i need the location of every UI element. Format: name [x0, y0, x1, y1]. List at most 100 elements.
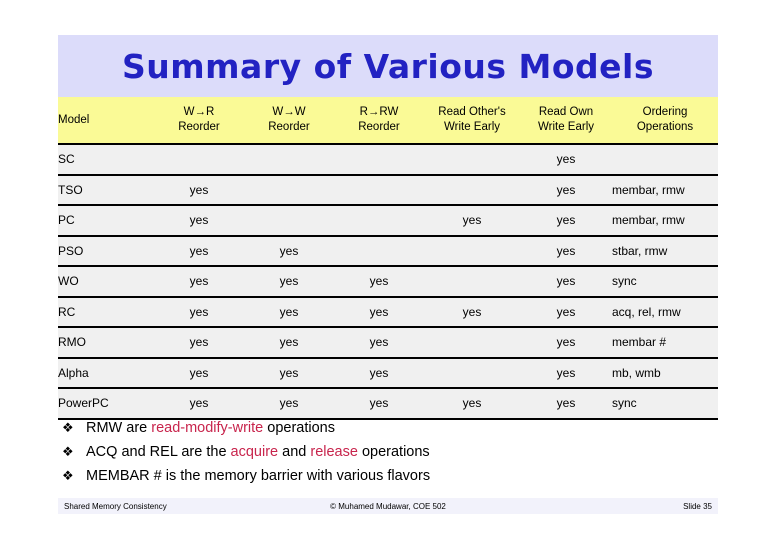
bullet-diamond-icon: ❖	[62, 444, 74, 459]
cell-read-others-write-early	[424, 236, 520, 267]
cell-read-own-write-early: yes	[556, 152, 576, 167]
column-header-read-own-write-early: Read Own Write Early	[537, 106, 595, 133]
bullet-text-highlight-2: release	[310, 444, 358, 460]
column-header-model: Model	[58, 113, 90, 126]
cell-model: PC	[58, 213, 75, 228]
bullet-text-highlight-1: acquire	[230, 444, 279, 460]
cell-w-r-reorder: yes	[189, 213, 209, 228]
bullet-text-pre: RMW are	[86, 420, 152, 436]
cell-r-rw-reorder: yes	[369, 304, 389, 319]
cell-model: PSO	[58, 243, 84, 258]
cell-r-rw-reorder	[334, 144, 424, 175]
cell-read-own-write-early: yes	[556, 182, 576, 197]
bullet-text: RMW are read-modify-write operations	[86, 417, 335, 440]
cell-w-w-reorder: yes	[279, 243, 299, 258]
cell-read-others-write-early	[424, 358, 520, 389]
table-row: TSO yes yes membar, rmw	[58, 174, 718, 206]
cell-read-others-write-early	[424, 266, 520, 297]
cell-r-rw-reorder	[334, 175, 424, 206]
cell-model: SC	[58, 152, 75, 167]
cell-ordering-operations: membar, rmw	[612, 213, 685, 228]
bullet-diamond-icon: ❖	[62, 468, 74, 483]
cell-w-r-reorder: yes	[189, 243, 209, 258]
table-header: Model W→R Reorder W→W Reorder R→RW Reord…	[58, 97, 718, 144]
cell-read-own-write-early: yes	[556, 396, 576, 411]
footer-slide-number: Slide 35	[683, 502, 712, 511]
table-row: Alpha yes yes yes yes mb, wmb	[58, 357, 718, 389]
cell-w-r-reorder: yes	[189, 182, 209, 197]
column-header-ordering-operations: Ordering Operations	[636, 106, 694, 133]
column-header-r-rw-reorder: R→RW Reorder	[358, 106, 400, 133]
cell-w-w-reorder: yes	[279, 274, 299, 289]
bullet-diamond-icon: ❖	[62, 420, 74, 435]
cell-ordering-operations: membar #	[612, 335, 667, 350]
table-header-row: Model W→R Reorder W→W Reorder R→RW Reord…	[58, 97, 718, 144]
page-title: Summary of Various Models	[122, 46, 654, 86]
table-row: SC yes	[58, 144, 718, 175]
cell-w-w-reorder: yes	[279, 396, 299, 411]
cell-w-w-reorder	[244, 144, 334, 175]
column-header-read-others-write-early: Read Other's Write Early	[438, 106, 506, 133]
cell-model: RMO	[58, 335, 86, 350]
cell-model: TSO	[58, 182, 83, 197]
footer-center-text: © Muhamed Mudawar, COE 502	[330, 502, 446, 511]
list-item: ❖ RMW are read-modify-write operations	[62, 416, 722, 440]
table-row: RMO yes yes yes yes membar #	[58, 327, 718, 358]
cell-w-r-reorder: yes	[189, 274, 209, 289]
cell-model: RC	[58, 304, 76, 319]
bullet-text-highlight-1: read-modify-write	[151, 420, 264, 436]
cell-ordering-operations: acq, rel, rmw	[612, 304, 681, 319]
cell-r-rw-reorder	[334, 205, 424, 236]
cell-ordering-operations: sync	[612, 396, 637, 411]
cell-w-w-reorder	[244, 205, 334, 236]
bullet-text-mid: operations	[263, 420, 335, 436]
bullet-text-pre: MEMBAR # is the memory barrier with vari…	[86, 468, 431, 484]
cell-read-others-write-early: yes	[462, 304, 482, 319]
list-item: ❖ MEMBAR # is the memory barrier with var…	[62, 464, 722, 488]
cell-w-r-reorder: yes	[189, 365, 209, 380]
column-header-w-r-reorder: W→R Reorder	[178, 106, 220, 133]
cell-r-rw-reorder: yes	[369, 365, 389, 380]
cell-r-rw-reorder	[334, 236, 424, 267]
footer-left-text: Shared Memory Consistency	[64, 502, 167, 511]
cell-w-w-reorder	[244, 175, 334, 206]
bullet-text-post: operations	[357, 444, 430, 460]
cell-w-w-reorder: yes	[279, 365, 299, 380]
column-header-w-w-reorder: W→W Reorder	[268, 106, 310, 133]
table-row: RC yes yes yes yes yes acq, rel, rmw	[58, 296, 718, 327]
cell-ordering-operations: membar, rmw	[612, 182, 685, 197]
cell-r-rw-reorder: yes	[369, 335, 389, 350]
cell-ordering-operations: stbar, rmw	[612, 243, 668, 258]
cell-read-others-write-early	[424, 327, 520, 358]
cell-model: Alpha	[58, 365, 89, 380]
cell-read-others-write-early	[424, 144, 520, 175]
cell-r-rw-reorder: yes	[369, 396, 389, 411]
list-item: ❖ ACQ and REL are the acquire and release…	[62, 440, 722, 464]
table-row: PowerPC yes yes yes yes yes sync	[58, 388, 718, 419]
cell-w-w-reorder: yes	[279, 335, 299, 350]
table-row: PC yes yes yes membar, rmw	[58, 205, 718, 236]
cell-read-own-write-early: yes	[556, 335, 576, 350]
cell-w-r-reorder: yes	[189, 335, 209, 350]
cell-w-w-reorder: yes	[279, 304, 299, 319]
table-body: SC yes TSO yes yes membar, rmw PC yes yes yes memb…	[58, 144, 718, 419]
table-row: PSO yes yes yes stbar, rmw	[58, 235, 718, 267]
bullet-text-mid: and	[278, 444, 311, 460]
cell-w-r-reorder: yes	[189, 304, 209, 319]
bullet-text: MEMBAR # is the memory barrier with vari…	[86, 465, 430, 488]
cell-model: WO	[58, 274, 79, 289]
bullet-text: ACQ and REL are the acquire and release …	[86, 441, 430, 464]
cell-read-own-write-early: yes	[556, 365, 576, 380]
cell-w-r-reorder: yes	[189, 396, 209, 411]
cell-read-own-write-early: yes	[556, 274, 576, 289]
cell-ordering-operations	[612, 144, 718, 175]
cell-read-own-write-early: yes	[556, 304, 576, 319]
cell-read-own-write-early: yes	[556, 213, 576, 228]
memory-models-table: Model W→R Reorder W→W Reorder R→RW Reord…	[58, 97, 718, 420]
cell-ordering-operations: sync	[612, 274, 637, 289]
cell-w-r-reorder	[154, 144, 244, 175]
cell-model: PowerPC	[58, 396, 109, 411]
cell-r-rw-reorder: yes	[369, 274, 389, 289]
slide-footer: Shared Memory Consistency © Muhamed Muda…	[58, 498, 718, 514]
table-row: WO yes yes yes yes sync	[58, 266, 718, 297]
